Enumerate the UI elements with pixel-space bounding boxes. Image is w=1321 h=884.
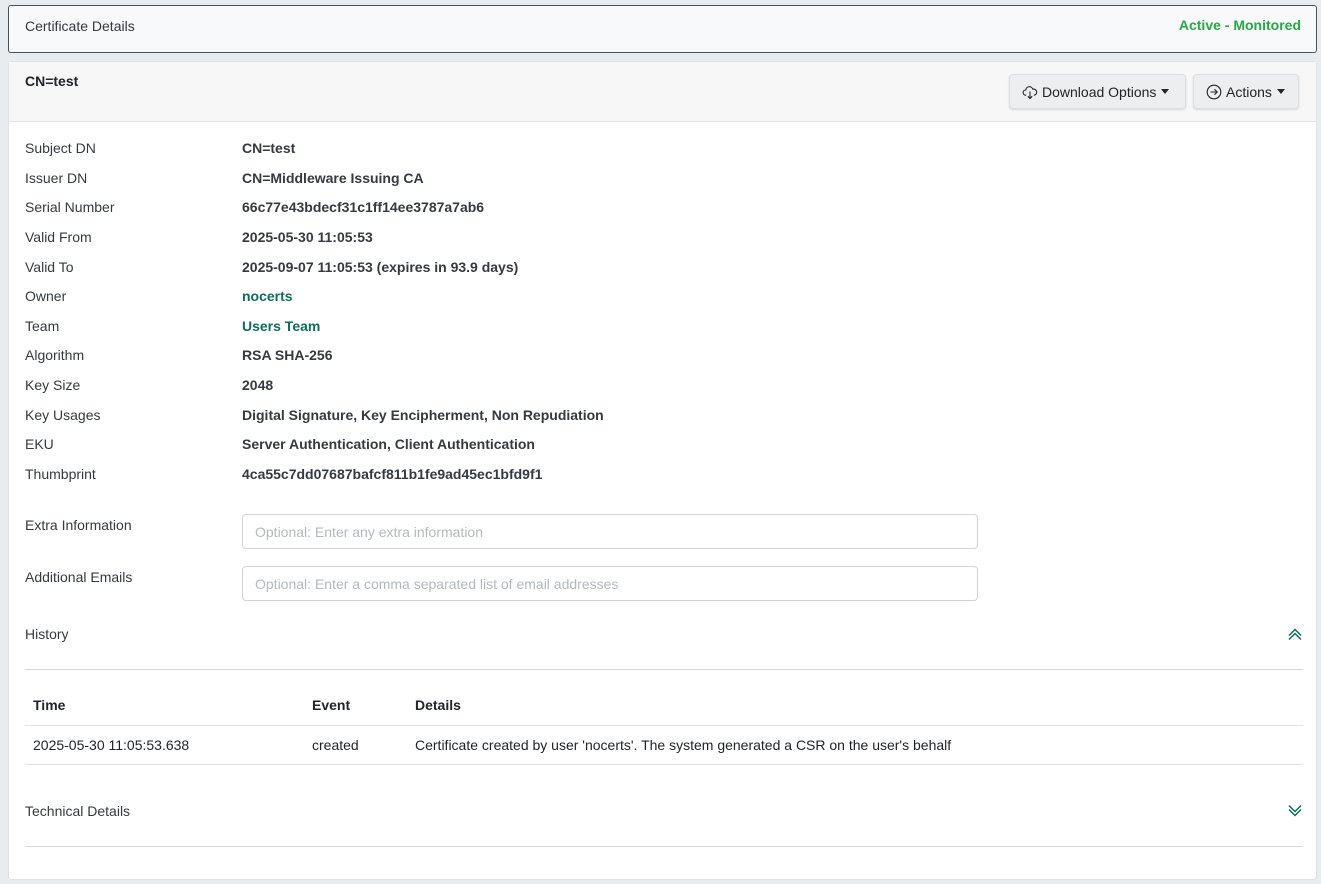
valid-to-value: 2025-09-07 11:05:53 (expires in 93.9 day…	[242, 259, 519, 275]
extra-information-input[interactable]	[242, 514, 978, 549]
history-header-row: Time Event Details	[25, 685, 1303, 726]
additional-emails-input[interactable]	[242, 566, 978, 601]
history-section-header[interactable]: History	[25, 626, 1303, 646]
technical-details-section-header[interactable]: Technical Details	[25, 803, 1303, 823]
technical-details-title: Technical Details	[25, 803, 131, 819]
download-options-button[interactable]: Download Options	[1009, 74, 1186, 109]
chevron-double-up-icon[interactable]	[1287, 626, 1303, 642]
team-label: Team	[25, 318, 60, 334]
history-divider	[25, 669, 1303, 670]
history-table: Time Event Details 2025-05-30 11:05:53.6…	[25, 685, 1303, 765]
certificate-card: CN=test Download Options Actions Subject…	[8, 61, 1317, 880]
key-size-value: 2048	[242, 377, 274, 393]
subject-dn-label: Subject DN	[25, 140, 96, 156]
serial-number-value: 66c77e43bdecf31c1ff14ee3787a7ab6	[242, 199, 485, 215]
algorithm-value: RSA SHA-256	[242, 347, 333, 363]
technical-details-divider	[25, 846, 1303, 847]
card-title: CN=test	[25, 73, 79, 89]
valid-to-label: Valid To	[25, 259, 74, 275]
header-title: Certificate Details	[25, 18, 135, 34]
eku-label: EKU	[25, 436, 54, 452]
cloud-download-icon	[1022, 84, 1038, 100]
caret-down-icon	[1161, 89, 1170, 94]
history-details-cell: Certificate created by user 'nocerts'. T…	[407, 725, 1303, 765]
key-size-label: Key Size	[25, 377, 81, 393]
status-badge: Active - Monitored	[1178, 17, 1301, 33]
additional-emails-label: Additional Emails	[25, 569, 133, 585]
owner-link[interactable]: nocerts	[242, 288, 293, 304]
valid-from-value: 2025-05-30 11:05:53	[242, 229, 373, 245]
time-column-header: Time	[25, 685, 304, 726]
history-time-cell: 2025-05-30 11:05:53.638	[25, 725, 304, 765]
key-usages-label: Key Usages	[25, 407, 101, 423]
history-title: History	[25, 626, 69, 642]
thumbprint-value: 4ca55c7dd07687bafcf811b1fe9ad45ec1bfd9f1	[242, 466, 543, 482]
key-usages-value: Digital Signature, Key Encipherment, Non…	[242, 407, 604, 423]
subject-dn-value: CN=test	[242, 140, 296, 156]
team-link[interactable]: Users Team	[242, 318, 320, 334]
actions-label: Actions	[1226, 83, 1272, 100]
thumbprint-label: Thumbprint	[25, 466, 96, 482]
issuer-dn-label: Issuer DN	[25, 170, 88, 186]
algorithm-label: Algorithm	[25, 347, 85, 363]
details-column-header: Details	[407, 685, 1303, 726]
event-column-header: Event	[304, 685, 407, 726]
caret-down-icon	[1276, 89, 1285, 94]
history-event-cell: created	[304, 725, 407, 765]
owner-label: Owner	[25, 288, 67, 304]
table-row: 2025-05-30 11:05:53.638 created Certific…	[25, 725, 1303, 765]
serial-number-label: Serial Number	[25, 199, 115, 215]
certificate-details-header: Certificate Details Active - Monitored	[8, 5, 1317, 53]
download-options-label: Download Options	[1042, 83, 1157, 100]
card-header: CN=test Download Options Actions	[9, 62, 1316, 122]
arrow-right-circle-icon	[1206, 84, 1222, 100]
actions-button[interactable]: Actions	[1193, 74, 1299, 109]
chevron-double-down-icon[interactable]	[1287, 803, 1303, 819]
valid-from-label: Valid From	[25, 229, 92, 245]
eku-value: Server Authentication, Client Authentica…	[242, 436, 535, 452]
issuer-dn-value: CN=Middleware Issuing CA	[242, 170, 424, 186]
extra-information-label: Extra Information	[25, 517, 132, 533]
